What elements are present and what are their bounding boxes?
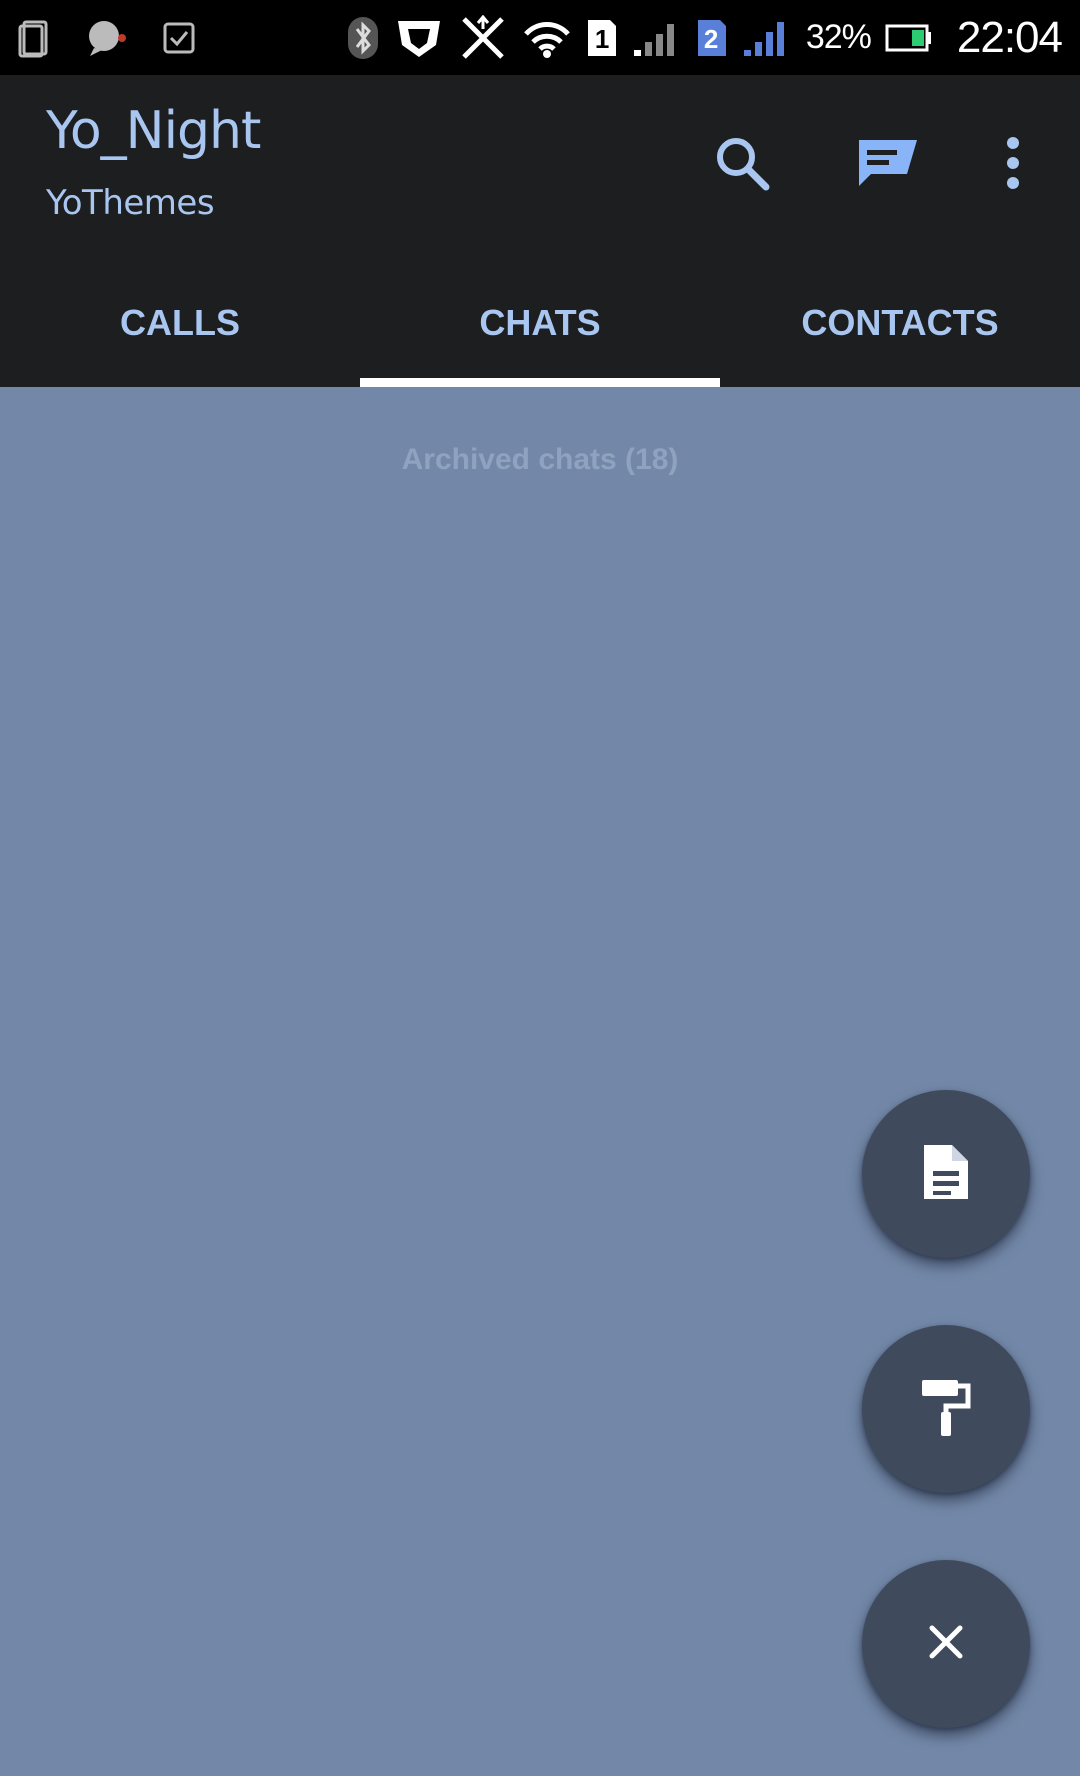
signal-icon — [632, 18, 682, 58]
tab-chats-label: CHATS — [479, 302, 601, 343]
bluetooth-icon — [346, 15, 380, 61]
sim1-icon: 1 — [586, 18, 618, 58]
battery-icon — [885, 22, 933, 54]
sim2-label: 2 — [703, 23, 719, 54]
app-subtitle: YoThemes — [46, 183, 215, 223]
close-icon — [926, 1622, 966, 1667]
checkbox-icon — [162, 21, 196, 55]
compose-icon — [851, 136, 921, 195]
data-transfer-icon — [458, 14, 508, 61]
status-bar: 1 2 32% 22:04 — [0, 0, 1080, 75]
screen: 1 2 32% 22:04 Yo_Night YoThemes CALLS CH… — [0, 0, 1080, 1776]
more-options-button[interactable] — [973, 125, 1053, 205]
chat-bubble-icon — [86, 18, 128, 58]
paint-roller-icon — [918, 1376, 974, 1443]
signal-icon — [742, 18, 792, 58]
screenshot-icon — [18, 18, 52, 58]
clock: 22:04 — [956, 12, 1063, 62]
shield-icon — [394, 17, 444, 59]
search-button[interactable] — [702, 125, 782, 205]
document-fab[interactable] — [862, 1090, 1030, 1258]
close-fab[interactable] — [862, 1560, 1030, 1728]
tab-calls[interactable]: CALLS — [0, 275, 360, 387]
wifi-hotspot-icon — [522, 16, 572, 60]
sim1-label: 1 — [594, 23, 610, 54]
app-bar: Yo_Night YoThemes CALLS CHATS CONTACTS — [0, 75, 1080, 387]
app-title: Yo_Night — [46, 101, 261, 161]
tab-bar: CALLS CHATS CONTACTS — [0, 275, 1080, 387]
tab-contacts-label: CONTACTS — [801, 302, 999, 343]
search-icon — [712, 133, 772, 198]
tab-contacts[interactable]: CONTACTS — [720, 275, 1080, 387]
theme-fab[interactable] — [862, 1325, 1030, 1493]
more-vert-icon — [1003, 133, 1023, 198]
tab-calls-label: CALLS — [120, 302, 240, 343]
battery-percent: 32% — [805, 18, 872, 56]
archived-chats-link[interactable]: Archived chats (18) — [0, 443, 1080, 477]
document-icon — [920, 1141, 972, 1208]
tab-indicator — [360, 378, 720, 387]
new-chat-button[interactable] — [846, 125, 926, 205]
sim2-icon: 2 — [696, 18, 728, 58]
tab-chats[interactable]: CHATS — [360, 275, 720, 387]
